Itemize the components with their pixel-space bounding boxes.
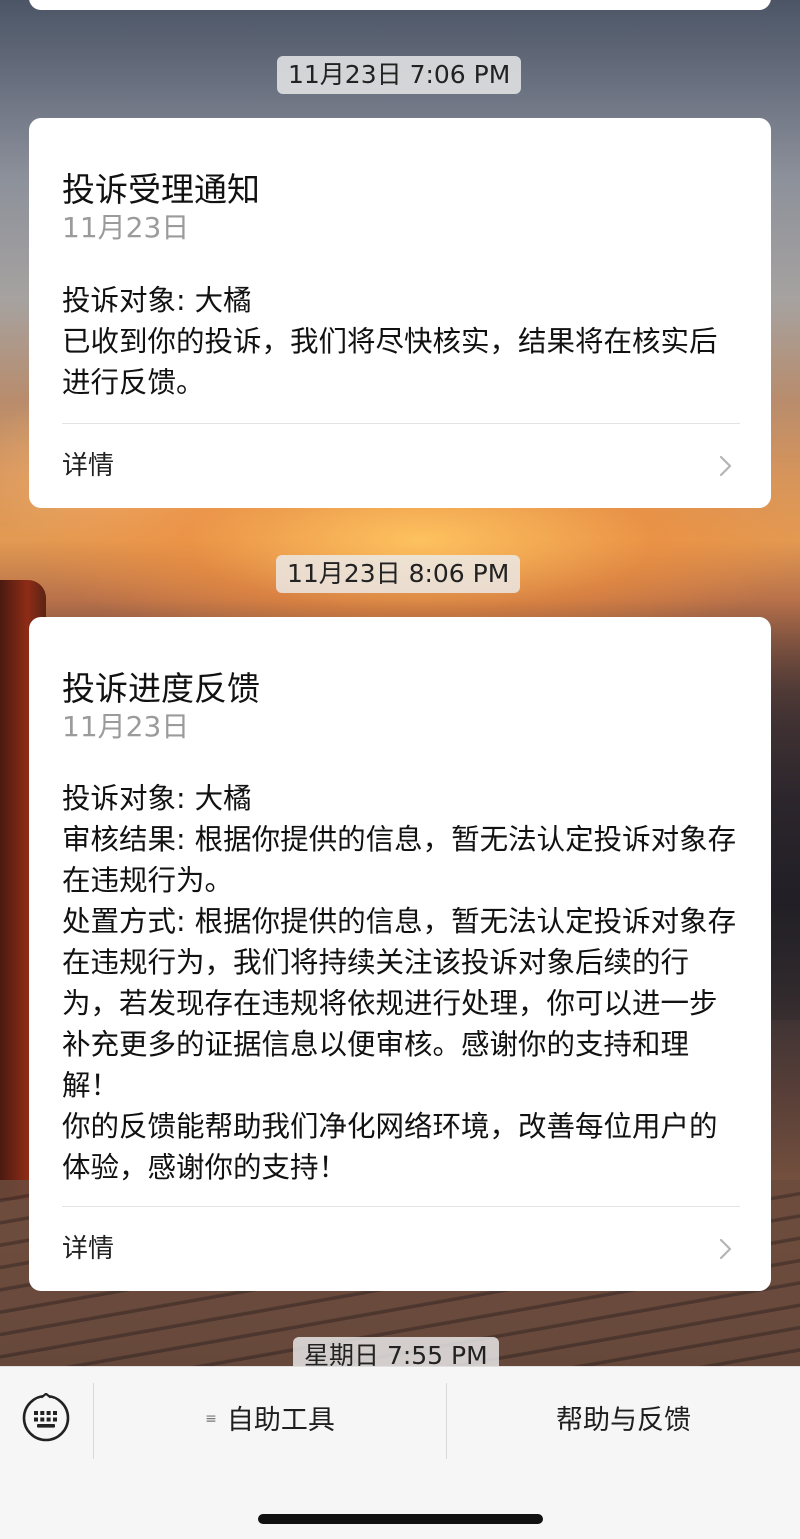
- card-body: 投诉对象: 大橘 已收到你的投诉，我们将尽快核实，结果将在核实后进行反馈。: [62, 280, 742, 403]
- card-body: 投诉对象: 大橘 审核结果: 根据你提供的信息，暂无法认定投诉对象存在违规行为。…: [62, 778, 742, 1188]
- menu-label: 自助工具: [226, 1405, 335, 1436]
- home-indicator: [258, 1514, 543, 1524]
- detail-label: 详情: [62, 451, 115, 481]
- chevron-right-icon: [719, 455, 732, 477]
- detail-link[interactable]: 详情: [29, 424, 771, 508]
- card-body-line: 已收到你的投诉，我们将尽快核实，结果将在核实后进行反馈。: [62, 325, 718, 399]
- timestamp: 11月23日 7:06 PM: [277, 56, 522, 94]
- help-feedback-button[interactable]: 帮助与反馈: [447, 1383, 800, 1459]
- card-date: 11月23日: [62, 211, 190, 244]
- menu-label: 帮助与反馈: [556, 1405, 691, 1436]
- card-body-line: 处置方式: 根据你提供的信息，暂无法认定投诉对象存在违规行为，我们将持续关注该投…: [62, 905, 737, 1102]
- card-body-line: 投诉对象: 大橘: [62, 782, 252, 815]
- keyboard-icon[interactable]: [21, 1393, 71, 1443]
- menu-lines-icon: ≡: [205, 1410, 217, 1427]
- timestamp: 11月23日 8:06 PM: [276, 555, 521, 593]
- card-title: 投诉受理通知: [62, 170, 260, 209]
- chat-screen: 11月23日 7:06 PM 投诉受理通知 11月23日 投诉对象: 大橘 已收…: [0, 0, 800, 1539]
- card-body-line: 投诉对象: 大橘: [62, 284, 252, 317]
- card-date: 11月23日: [62, 710, 190, 743]
- detail-link[interactable]: 详情: [29, 1207, 771, 1291]
- card-body-line: 你的反馈能帮助我们净化网络环境，改善每位用户的体验，感谢你的支持！: [62, 1110, 718, 1184]
- previous-message-card[interactable]: [29, 0, 771, 10]
- chevron-right-icon: [719, 1238, 732, 1260]
- message-card-complaint-progress[interactable]: 投诉进度反馈 11月23日 投诉对象: 大橘 审核结果: 根据你提供的信息，暂无…: [29, 617, 771, 1291]
- self-service-tools-button[interactable]: ≡ 自助工具: [94, 1383, 446, 1459]
- card-body-line: 审核结果: 根据你提供的信息，暂无法认定投诉对象存在违规行为。: [62, 823, 737, 897]
- card-title: 投诉进度反馈: [62, 669, 260, 708]
- detail-label: 详情: [62, 1234, 115, 1264]
- message-card-complaint-received[interactable]: 投诉受理通知 11月23日 投诉对象: 大橘 已收到你的投诉，我们将尽快核实，结…: [29, 118, 771, 508]
